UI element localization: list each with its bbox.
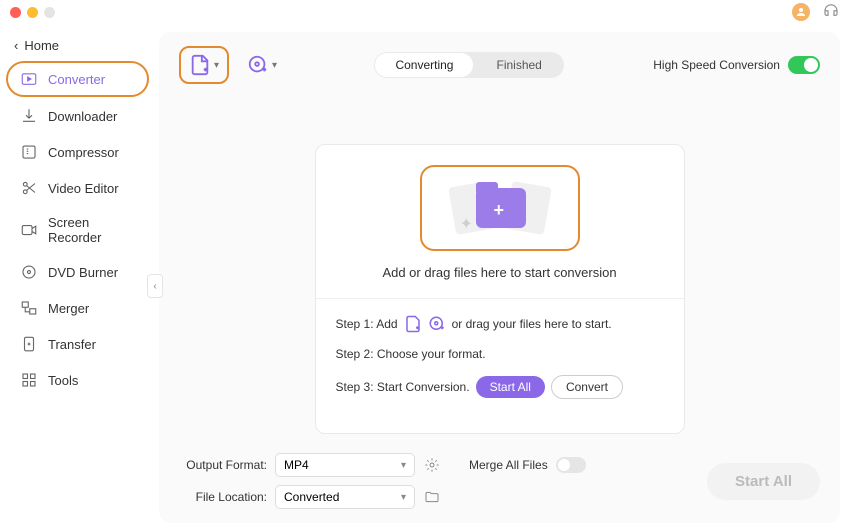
sidebar-item-label: Screen Recorder (48, 215, 135, 245)
file-plus-icon[interactable] (404, 315, 422, 333)
disc-plus-icon[interactable] (428, 315, 446, 333)
tab-converting[interactable]: Converting (375, 53, 473, 77)
sidebar-item-tools[interactable]: Tools (6, 363, 149, 397)
compressor-icon (20, 143, 38, 161)
sidebar-item-label: DVD Burner (48, 265, 118, 280)
home-label: Home (24, 38, 59, 53)
output-format-value: MP4 (284, 458, 309, 472)
step-1: Step 1: Add or drag your files here to s… (336, 315, 664, 333)
maximize-window-dot[interactable] (44, 7, 55, 18)
chevron-down-icon: ▾ (401, 492, 406, 503)
output-format-label: Output Format: (179, 458, 267, 472)
window-controls[interactable] (10, 7, 55, 18)
step-3: Step 3: Start Conversion. Start All Conv… (336, 375, 664, 399)
disc-icon (20, 263, 38, 281)
plus-icon: + (494, 200, 505, 221)
file-location-select[interactable]: Converted ▾ (275, 485, 415, 509)
content-area: ▾ ▾ Converting Finished High Speed Conve… (159, 32, 840, 523)
step1-pre-text: Step 1: Add (336, 317, 398, 331)
user-avatar-icon[interactable] (792, 3, 810, 21)
close-window-dot[interactable] (10, 7, 21, 18)
start-all-mini-button[interactable]: Start All (476, 376, 545, 398)
drop-headline: Add or drag files here to start conversi… (336, 265, 664, 280)
high-speed-label: High Speed Conversion (653, 58, 780, 72)
file-plus-icon (189, 54, 211, 76)
sidebar-item-label: Compressor (48, 145, 119, 160)
merge-toggle[interactable] (556, 457, 586, 473)
chevron-left-icon: ‹ (14, 38, 18, 53)
drop-zone[interactable]: + ✦ (420, 165, 580, 251)
minimize-window-dot[interactable] (27, 7, 38, 18)
disc-plus-icon (247, 54, 269, 76)
step-2: Step 2: Choose your format. (336, 347, 664, 361)
sidebar-item-converter[interactable]: Converter (6, 61, 149, 97)
step1-suf-text: or drag your files here to start. (452, 317, 612, 331)
sidebar: ‹ Home Converter Downloader Compressor V… (0, 24, 155, 531)
recorder-icon (20, 221, 38, 239)
home-link[interactable]: ‹ Home (0, 32, 155, 59)
sidebar-item-label: Tools (48, 373, 78, 388)
sidebar-item-downloader[interactable]: Downloader (6, 99, 149, 133)
merge-label: Merge All Files (469, 458, 548, 472)
chevron-down-icon: ▾ (272, 60, 277, 71)
open-folder-icon[interactable] (423, 488, 441, 506)
chevron-down-icon: ▾ (401, 460, 406, 471)
tab-finished[interactable]: Finished (474, 52, 563, 78)
sidebar-item-compressor[interactable]: Compressor (6, 135, 149, 169)
sidebar-item-screen-recorder[interactable]: Screen Recorder (6, 207, 149, 253)
sidebar-item-label: Converter (48, 72, 105, 87)
sidebar-item-label: Merger (48, 301, 89, 316)
download-icon (20, 107, 38, 125)
sidebar-item-transfer[interactable]: Transfer (6, 327, 149, 361)
chevron-down-icon: ▾ (214, 60, 219, 71)
file-location-label: File Location: (179, 490, 267, 504)
step3-pre-text: Step 3: Start Conversion. (336, 380, 470, 394)
sidebar-item-video-editor[interactable]: Video Editor (6, 171, 149, 205)
transfer-icon (20, 335, 38, 353)
sidebar-item-merger[interactable]: Merger (6, 291, 149, 325)
add-file-button[interactable]: ▾ (179, 46, 229, 84)
merge-icon (20, 299, 38, 317)
add-disc-button[interactable]: ▾ (239, 48, 285, 82)
drop-zone-panel: + ✦ Add or drag files here to start conv… (315, 144, 685, 434)
converter-icon (20, 70, 38, 88)
start-all-button[interactable]: Start All (707, 463, 820, 500)
output-format-select[interactable]: MP4 ▾ (275, 453, 415, 477)
sidebar-item-label: Transfer (48, 337, 96, 352)
sparkle-icon: ✦ (460, 214, 473, 234)
sidebar-item-dvd-burner[interactable]: DVD Burner (6, 255, 149, 289)
collapse-sidebar-button[interactable]: ‹ (147, 274, 163, 298)
format-settings-icon[interactable] (423, 456, 441, 474)
sidebar-item-label: Downloader (48, 109, 117, 124)
sidebar-item-label: Video Editor (48, 181, 119, 196)
file-location-value: Converted (284, 490, 339, 504)
support-icon[interactable] (822, 1, 840, 24)
convert-mini-button[interactable]: Convert (551, 375, 623, 399)
scissors-icon (20, 179, 38, 197)
grid-icon (20, 371, 38, 389)
status-tabs: Converting Finished (374, 52, 563, 78)
high-speed-toggle[interactable] (788, 56, 820, 74)
